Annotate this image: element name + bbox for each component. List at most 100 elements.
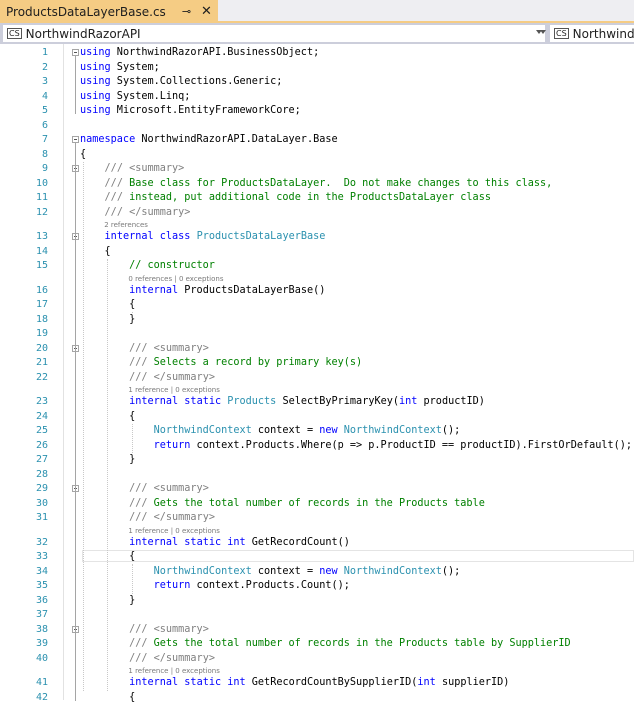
code-line[interactable]: /// Gets the total number of records in … (80, 637, 571, 651)
code-line[interactable]: NorthwindContext context = new Northwind… (80, 565, 461, 579)
code-line[interactable]: /// Base class for ProductsDataLayer. Do… (80, 177, 553, 191)
line-number: 40 (35, 652, 48, 664)
code-line[interactable]: using NorthwindRazorAPI.BusinessObject; (80, 46, 319, 60)
csharp-project-icon: CS (7, 28, 22, 39)
code-line[interactable]: // constructor (80, 259, 215, 273)
code-line[interactable]: namespace NorthwindRazorAPI.DataLayer.Ba… (80, 133, 338, 147)
code-line[interactable]: /// instead, put additional code in the … (80, 191, 491, 205)
class-dropdown[interactable]: CS NorthwindRa (540, 24, 634, 43)
line-number: 12 (35, 206, 48, 218)
close-icon[interactable]: ✕ (201, 4, 212, 19)
outline-line (75, 351, 76, 381)
line-number: 10 (35, 177, 48, 189)
indent-guide (83, 161, 84, 691)
project-dropdown[interactable]: CS NorthwindRazorAPI (2, 24, 546, 43)
code-line[interactable]: { (80, 245, 111, 259)
class-dropdown-value: NorthwindRa (572, 26, 634, 41)
class-icon: CS (554, 28, 569, 39)
collapse-region-icon[interactable] (72, 49, 79, 56)
code-line[interactable]: /// </summary> (80, 511, 215, 525)
code-line[interactable]: return context.Products.Count(); (80, 579, 350, 593)
line-number: 8 (41, 148, 48, 160)
line-number: 11 (35, 192, 48, 203)
code-line[interactable]: internal static Products SelectByPrimary… (80, 395, 485, 409)
line-number: 28 (35, 468, 48, 480)
line-number: 20 (35, 342, 48, 354)
line-number: 1 (41, 47, 48, 58)
code-line[interactable]: /// <summary> (80, 482, 209, 496)
code-line[interactable]: internal static int GetRecordCountBySupp… (80, 676, 509, 690)
line-number: 9 (41, 163, 48, 174)
line-number: 29 (35, 483, 48, 494)
line-number: 36 (35, 594, 48, 606)
indent-guide (132, 423, 133, 453)
pin-icon[interactable]: ⊸ (182, 5, 191, 18)
code-line[interactable]: /// Selects a record by primary key(s) (80, 356, 362, 370)
codelens-indicator[interactable]: 0 references | 0 exceptions (128, 274, 223, 284)
line-number: 35 (35, 580, 48, 591)
indent-guide (132, 312, 133, 313)
code-line[interactable]: internal class ProductsDataLayerBase (80, 230, 326, 244)
line-number: 42 (35, 691, 48, 703)
line-number: 25 (35, 425, 48, 436)
line-number: 4 (41, 90, 48, 102)
code-line[interactable]: using System; (80, 61, 160, 75)
line-number: 26 (35, 439, 48, 451)
line-number: 32 (35, 536, 48, 548)
codelens-indicator[interactable]: 1 reference | 0 exceptions (128, 385, 219, 395)
margin-separator (63, 44, 64, 700)
codelens-indicator[interactable]: 2 references (104, 220, 148, 230)
code-line[interactable]: { (80, 691, 135, 705)
line-number: 34 (35, 565, 48, 577)
document-tab[interactable]: ProductsDataLayerBase.cs ⊸ ✕ (0, 0, 218, 23)
outline-line (75, 56, 76, 114)
line-number: 3 (41, 76, 48, 87)
line-number: 16 (35, 284, 48, 296)
line-number: 15 (35, 260, 48, 271)
code-line[interactable]: /// </summary> (80, 652, 215, 666)
code-line[interactable]: /// </summary> (80, 371, 215, 385)
code-line[interactable]: internal ProductsDataLayerBase() (80, 284, 325, 298)
line-number: 2 (41, 61, 48, 73)
code-line[interactable]: NorthwindContext context = new Northwind… (80, 424, 461, 438)
line-number: 41 (35, 677, 48, 688)
project-dropdown-value: NorthwindRazorAPI (25, 26, 141, 41)
code-line[interactable]: return context.Products.Where(p => p.Pro… (80, 439, 632, 453)
line-number: 17 (35, 299, 48, 310)
codelens-indicator[interactable]: 1 reference | 0 exceptions (128, 526, 219, 536)
line-number: 24 (35, 410, 48, 422)
code-line[interactable]: using System.Collections.Generic; (80, 75, 282, 89)
tab-title[interactable]: ProductsDataLayerBase.cs (6, 5, 166, 19)
line-number: 27 (35, 454, 48, 465)
document-tab-strip: ProductsDataLayerBase.cs ⊸ ✕ (0, 0, 634, 23)
line-number: 6 (41, 119, 48, 131)
line-number: 14 (35, 245, 48, 257)
line-number: 22 (35, 371, 48, 383)
line-number: 21 (35, 357, 48, 368)
code-line[interactable]: /// <summary> (80, 623, 209, 637)
code-line[interactable]: /// Gets the total number of records in … (80, 497, 485, 511)
indent-guide (132, 564, 133, 594)
code-line[interactable]: /// <summary> (80, 162, 185, 176)
code-line[interactable]: internal static int GetRecordCount() (80, 536, 350, 550)
code-line[interactable]: /// <summary> (80, 342, 209, 356)
line-number: 13 (35, 231, 48, 242)
collapse-region-icon[interactable] (72, 136, 79, 143)
code-editor[interactable]: 1 2 3 4 5 6 7 8 9 10 11 12 13 14 15 16 17 18 19 20 21 22 23 24 2… (0, 44, 634, 703)
outline-line (75, 172, 76, 216)
line-number: 30 (35, 497, 48, 509)
line-number: 38 (35, 623, 48, 635)
line-number: 7 (41, 134, 48, 145)
code-line[interactable]: using Microsoft.EntityFrameworkCore; (80, 104, 301, 118)
chevron-down-icon[interactable] (540, 30, 546, 34)
codelens-indicator[interactable]: 1 reference | 0 exceptions (128, 666, 219, 676)
code-line[interactable]: using System.Linq; (80, 90, 190, 104)
line-number: 5 (41, 105, 48, 116)
line-number: 31 (35, 512, 48, 523)
code-line[interactable]: { (80, 148, 86, 162)
indent-guide (107, 258, 108, 691)
line-number-margin: 1 2 3 4 5 6 7 8 9 10 11 12 13 14 15 16 17 18 19 20 21 22 23 24 2… (0, 44, 50, 703)
navigation-bar: CS NorthwindRazorAPI CS NorthwindRa (0, 23, 634, 44)
code-line[interactable]: /// </summary> (80, 206, 191, 220)
outline-line (75, 632, 76, 662)
